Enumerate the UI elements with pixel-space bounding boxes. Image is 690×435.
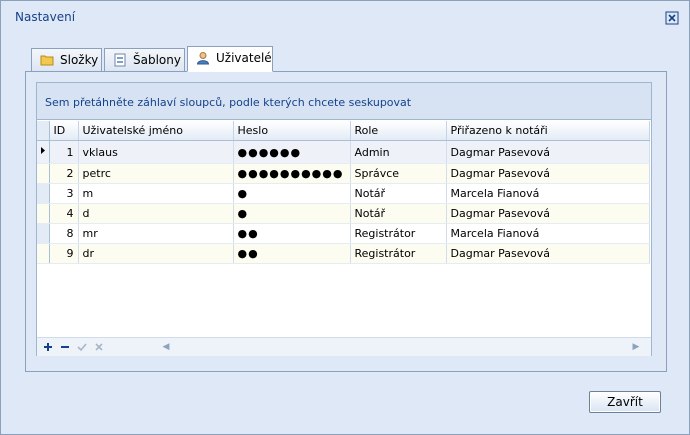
tab-uzivatele[interactable]: Uživatelé [187, 46, 273, 72]
table-row[interactable]: 2 petrc ●●●●●●●●●● Správce Dagmar Pasevo… [37, 163, 650, 184]
column-header-username[interactable]: Uživatelské jméno [78, 121, 234, 141]
current-row-arrow-icon [41, 147, 45, 154]
window-title: Nastavení [15, 10, 76, 24]
column-header-notary[interactable]: Přiřazeno k notáři [446, 121, 650, 141]
users-table: ID Uživatelské jméno Heslo Role Přiřazen… [37, 121, 650, 264]
cell-notary[interactable]: Dagmar Pasevová [446, 243, 650, 264]
users-grid: Sem přetáhněte záhlaví sloupců, podle kt… [36, 82, 652, 356]
confirm-edit-button[interactable] [75, 340, 89, 354]
tab-label: Složky [60, 53, 99, 67]
table-row[interactable]: 4 d ● Notář Dagmar Pasevová [37, 203, 650, 224]
cell-id[interactable]: 8 [49, 223, 79, 244]
header-row: ID Uživatelské jméno Heslo Role Přiřazen… [37, 121, 650, 141]
settings-window: Nastavení Složky Šablony Uživatelé Sem p… [0, 0, 690, 435]
cell-id[interactable]: 2 [49, 163, 79, 184]
tab-label: Šablony [133, 53, 181, 67]
cell-role[interactable]: Notář [350, 183, 447, 204]
column-header-id[interactable]: ID [49, 121, 79, 141]
cell-role[interactable]: Registrátor [350, 243, 447, 264]
grid-navigator: ◀ ▶ [37, 337, 651, 356]
tab-slozky[interactable]: Složky [31, 48, 102, 72]
cell-role[interactable]: Správce [350, 163, 447, 184]
tab-label: Uživatelé [216, 51, 272, 65]
cell-username[interactable]: m [78, 183, 234, 204]
cell-password[interactable]: ●●●●●● [233, 140, 351, 164]
cell-role[interactable]: Admin [350, 140, 447, 164]
group-by-hint: Sem přetáhněte záhlaví sloupců, podle kt… [45, 96, 412, 109]
row-indicator [37, 203, 50, 224]
cross-icon [95, 343, 103, 351]
cell-password[interactable]: ●●●●●●●●●● [233, 163, 351, 184]
cell-notary[interactable]: Dagmar Pasevová [446, 140, 650, 164]
plus-icon [44, 343, 52, 351]
cell-username[interactable]: vklaus [78, 140, 234, 164]
cell-role[interactable]: Registrátor [350, 223, 447, 244]
column-header-role[interactable]: Role [350, 121, 447, 141]
cell-notary[interactable]: Dagmar Pasevová [446, 203, 650, 224]
horizontal-scrollbar[interactable]: ◀ ▶ [155, 341, 645, 353]
table-row[interactable]: 9 dr ●● Registrátor Dagmar Pasevová [37, 243, 650, 264]
tab-sablony[interactable]: Šablony [104, 48, 185, 72]
cell-username[interactable]: dr [78, 243, 234, 264]
cell-password[interactable]: ●● [233, 243, 351, 264]
template-icon [114, 53, 126, 67]
row-indicator [37, 243, 50, 264]
scroll-right-arrow-icon[interactable]: ▶ [631, 341, 641, 353]
minus-icon [61, 346, 69, 348]
check-icon [77, 343, 87, 352]
close-icon [665, 11, 679, 25]
row-indicator [37, 163, 50, 184]
row-indicator [37, 223, 50, 244]
title-bar: Nastavení [1, 1, 689, 33]
cancel-edit-button[interactable] [92, 340, 106, 354]
cell-id[interactable]: 3 [49, 183, 79, 204]
cell-notary[interactable]: Marcela Fianová [446, 223, 650, 244]
row-indicator [37, 140, 50, 164]
cell-notary[interactable]: Dagmar Pasevová [446, 163, 650, 184]
cell-id[interactable]: 9 [49, 243, 79, 264]
cell-username[interactable]: d [78, 203, 234, 224]
cell-password[interactable]: ● [233, 203, 351, 224]
cell-username[interactable]: mr [78, 223, 234, 244]
group-by-panel[interactable]: Sem přetáhněte záhlaví sloupců, podle kt… [37, 83, 651, 120]
table-row[interactable]: 1 vklaus ●●●●●● Admin Dagmar Pasevová [37, 140, 650, 164]
close-window-button[interactable] [665, 11, 679, 25]
folder-icon [40, 55, 54, 66]
add-row-button[interactable] [41, 340, 55, 354]
cell-password[interactable]: ●● [233, 223, 351, 244]
cell-notary[interactable]: Marcela Fianová [446, 183, 650, 204]
user-icon [196, 52, 210, 65]
scroll-left-arrow-icon[interactable]: ◀ [161, 341, 171, 353]
cell-username[interactable]: petrc [78, 163, 234, 184]
table-row[interactable]: 3 m ● Notář Marcela Fianová [37, 183, 650, 204]
column-header-password[interactable]: Heslo [233, 121, 351, 141]
row-indicator [37, 183, 50, 204]
table-row[interactable]: 8 mr ●● Registrátor Marcela Fianová [37, 223, 650, 244]
row-indicator-header [37, 121, 50, 141]
close-button[interactable]: Zavřít [589, 391, 661, 413]
cell-id[interactable]: 1 [49, 140, 79, 164]
delete-row-button[interactable] [58, 340, 72, 354]
cell-id[interactable]: 4 [49, 203, 79, 224]
cell-password[interactable]: ● [233, 183, 351, 204]
cell-role[interactable]: Notář [350, 203, 447, 224]
tab-panel: Sem přetáhněte záhlaví sloupců, podle kt… [25, 71, 667, 372]
